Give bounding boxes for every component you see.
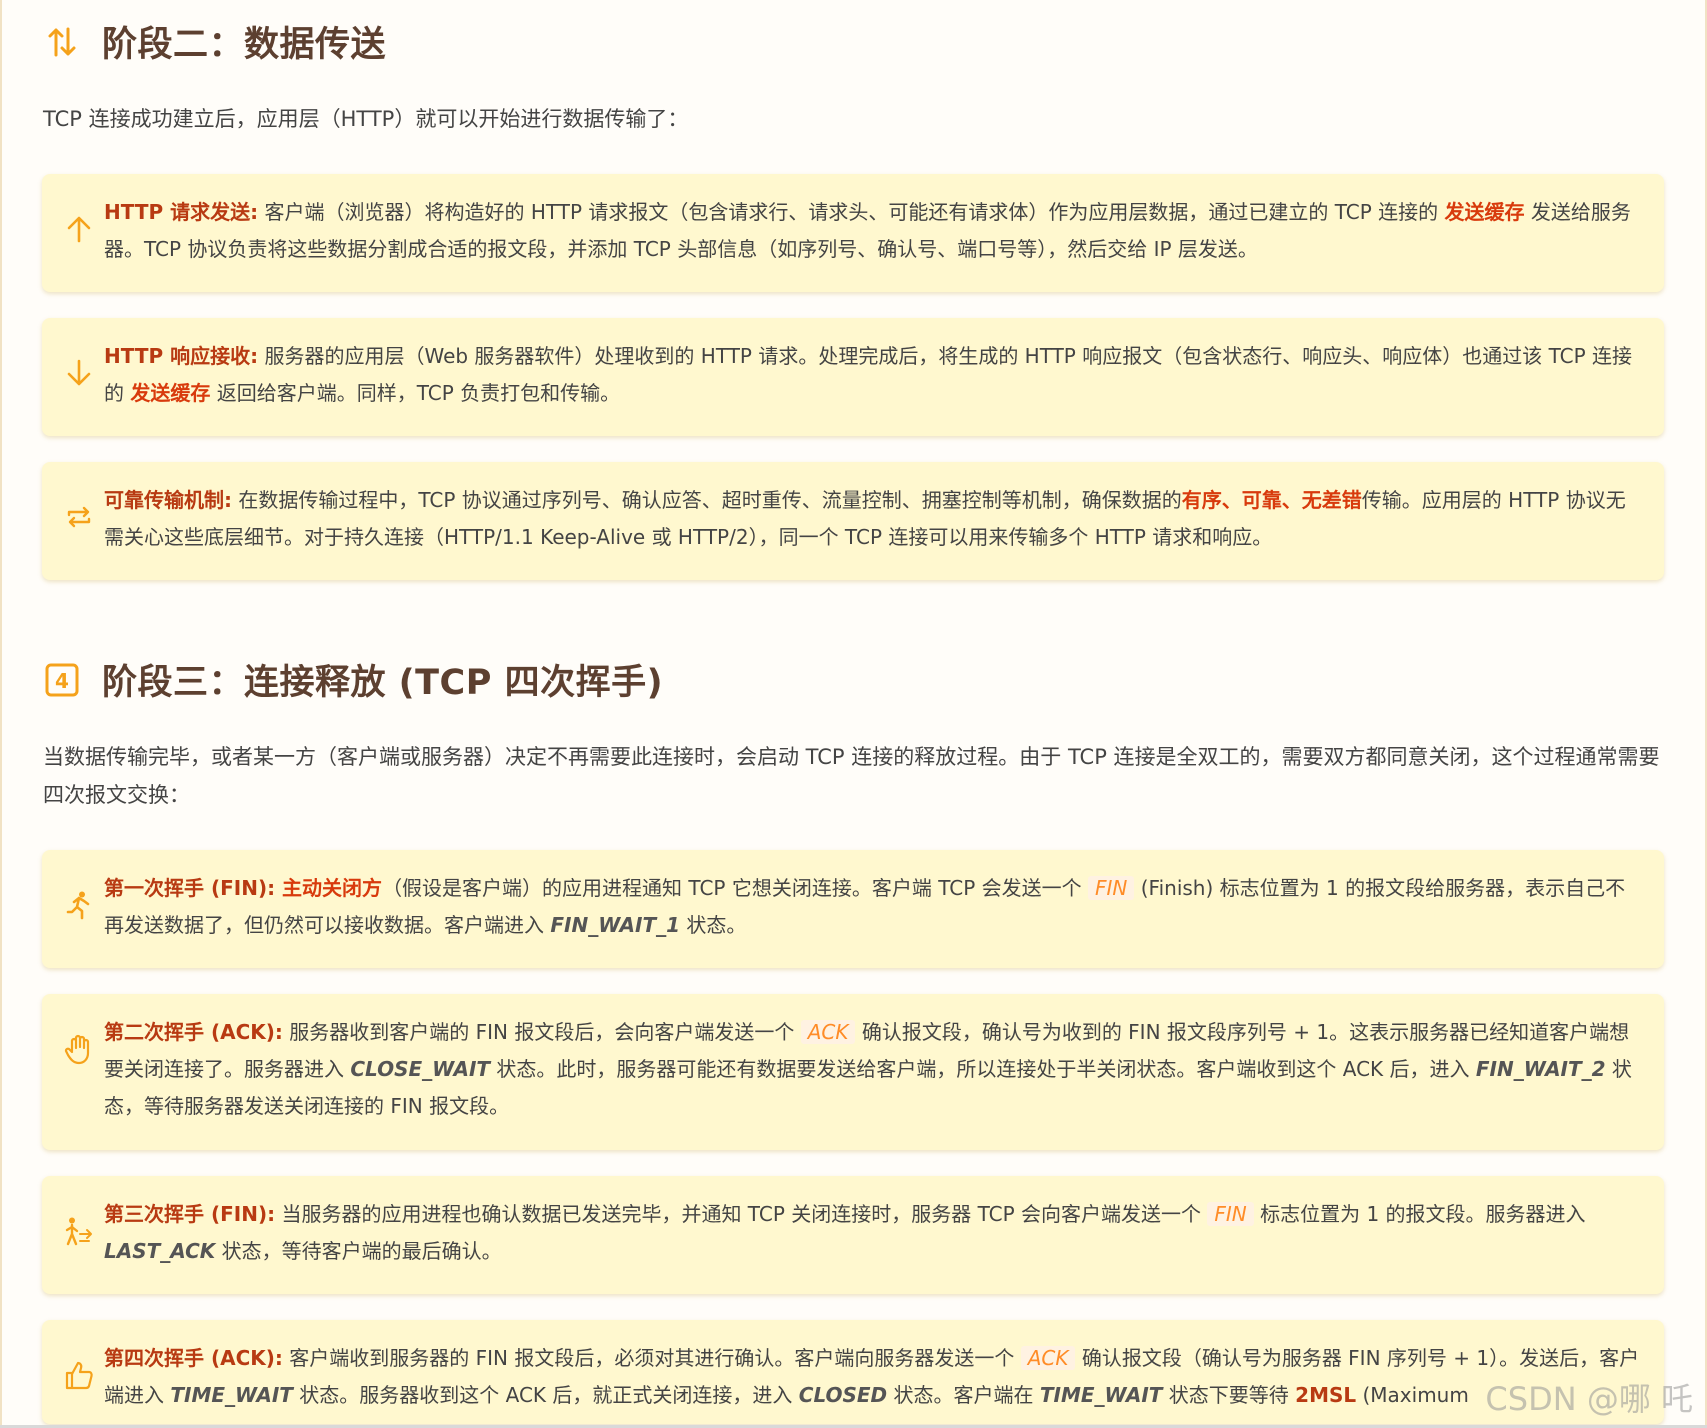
code-fin: FIN [1088, 876, 1135, 900]
card-text: 标志位置为 1 的报文段。服务器进入 [1253, 1202, 1586, 1226]
person-walking-icon [64, 1216, 94, 1246]
card-third-handshake: 第三次挥手 (FIN): 当服务器的应用进程也确认数据已发送完毕，并通知 TCP… [42, 1176, 1664, 1294]
state-text: CLOSE_WAIT [350, 1057, 491, 1081]
state-text: FIN_WAIT_2 [1475, 1057, 1606, 1081]
card-label: 第四次挥手 (ACK): [104, 1346, 283, 1370]
page-border-left [0, 0, 2, 1428]
code-fin: FIN [1207, 1202, 1254, 1226]
card-text: 服务器收到客户端的 FIN 报文段后，会向客户端发送一个 [282, 1020, 801, 1044]
card-text: 客户端收到服务器的 FIN 报文段后，必须对其进行确认。客户端向服务器发送一个 [282, 1346, 1021, 1370]
highlight-text: 发送缓存 [130, 381, 211, 405]
thumbs-up-icon [64, 1360, 94, 1390]
section3-title: 阶段三：连接释放 (TCP 四次挥手) [102, 663, 664, 703]
card-second-handshake: 第二次挥手 (ACK): 服务器收到客户端的 FIN 报文段后，会向客户端发送一… [42, 994, 1664, 1150]
card-text: 当服务器的应用进程也确认数据已发送完毕，并通知 TCP 关闭连接时，服务器 TC… [275, 1202, 1208, 1226]
hand-icon [64, 1034, 94, 1065]
card-label: HTTP 请求发送: [104, 200, 259, 224]
code-ack: ACK [1020, 1346, 1076, 1370]
card-text: 状态，等待客户端的最后确认。 [215, 1239, 502, 1263]
section2-heading: 阶段二：数据传送 [44, 16, 386, 67]
card-http-response: HTTP 响应接收: 服务器的应用层（Web 服务器软件）处理收到的 HTTP … [42, 318, 1664, 436]
section3-intro: 当数据传输完毕，或者某一方（客户端或服务器）决定不再需要此连接时，会启动 TCP… [43, 745, 1660, 807]
section2-intro: TCP 连接成功建立后，应用层（HTTP）就可以开始进行数据传输了： [43, 107, 689, 131]
card-text: 客户端（浏览器）将构造好的 HTTP 请求报文（包含请求行、请求头、可能还有请求… [258, 200, 1445, 224]
arrow-up-icon [64, 214, 94, 244]
section3-heading: 4 阶段三：连接释放 (TCP 四次挥手) [44, 654, 663, 705]
state-text: TIME_WAIT [1039, 1383, 1163, 1407]
state-text: FIN_WAIT_1 [550, 913, 681, 937]
card-label: 第三次挥手 (FIN): [104, 1202, 276, 1226]
badge-number: 4 [55, 669, 69, 693]
card-text: (Maximum [1356, 1383, 1469, 1407]
card-reliable-transfer: 可靠传输机制: 在数据传输过程中，TCP 协议通过序列号、确认应答、超时重传、流… [42, 462, 1664, 580]
state-text: TIME_WAIT [170, 1383, 293, 1407]
bold-text: 2MSL [1295, 1383, 1357, 1407]
card-text: 状态。服务器收到这个 ACK 后，就正式关闭连接，进入 [292, 1383, 799, 1407]
highlight-text: 有序、可靠、无差错 [1181, 488, 1362, 512]
card-text: 状态下要等待 [1162, 1383, 1296, 1407]
card-text: 在数据传输过程中，TCP 协议通过序列号、确认应答、超时重传、流量控制、拥塞控制… [232, 488, 1182, 512]
card-first-handshake: 第一次挥手 (FIN): 主动关闭方（假设是客户端）的应用进程通知 TCP 它想… [42, 850, 1664, 968]
up-down-arrows-icon [44, 22, 80, 62]
person-running-icon [64, 890, 94, 920]
card-fourth-handshake: 第四次挥手 (ACK): 客户端收到服务器的 FIN 报文段后，必须对其进行确认… [42, 1320, 1664, 1424]
code-ack: ACK [800, 1020, 856, 1044]
section2-title: 阶段二：数据传送 [102, 25, 387, 65]
card-http-request: HTTP 请求发送: 客户端（浏览器）将构造好的 HTTP 请求报文（包含请求行… [42, 174, 1664, 292]
card-text: 状态。 [680, 913, 747, 937]
state-text: LAST_ACK [104, 1239, 216, 1263]
repeat-icon [64, 502, 94, 532]
card-label: 第二次挥手 (ACK): [104, 1020, 283, 1044]
card-label: 可靠传输机制: [104, 488, 232, 512]
card-label: HTTP 响应接收: [104, 344, 259, 368]
card-text: 状态。客户端在 [887, 1383, 1040, 1407]
card-text: （假设是客户端）的应用进程通知 TCP 它想关闭连接。客户端 TCP 会发送一个 [382, 876, 1088, 900]
state-text: CLOSED [798, 1383, 888, 1407]
number-four-icon: 4 [44, 660, 80, 700]
card-text: 状态。此时，服务器可能还有数据要发送给客户端，所以连接处于半关闭状态。客户端收到… [490, 1057, 1476, 1081]
card-text: 返回给客户端。同样，TCP 负责打包和传输。 [210, 381, 621, 405]
highlight-text: 主动关闭方 [275, 876, 383, 900]
arrow-down-icon [64, 358, 94, 388]
watermark: CSDN @哪 吒 [1485, 1380, 1693, 1418]
highlight-text: 发送缓存 [1444, 200, 1525, 224]
card-label: 第一次挥手 (FIN): [104, 876, 276, 900]
